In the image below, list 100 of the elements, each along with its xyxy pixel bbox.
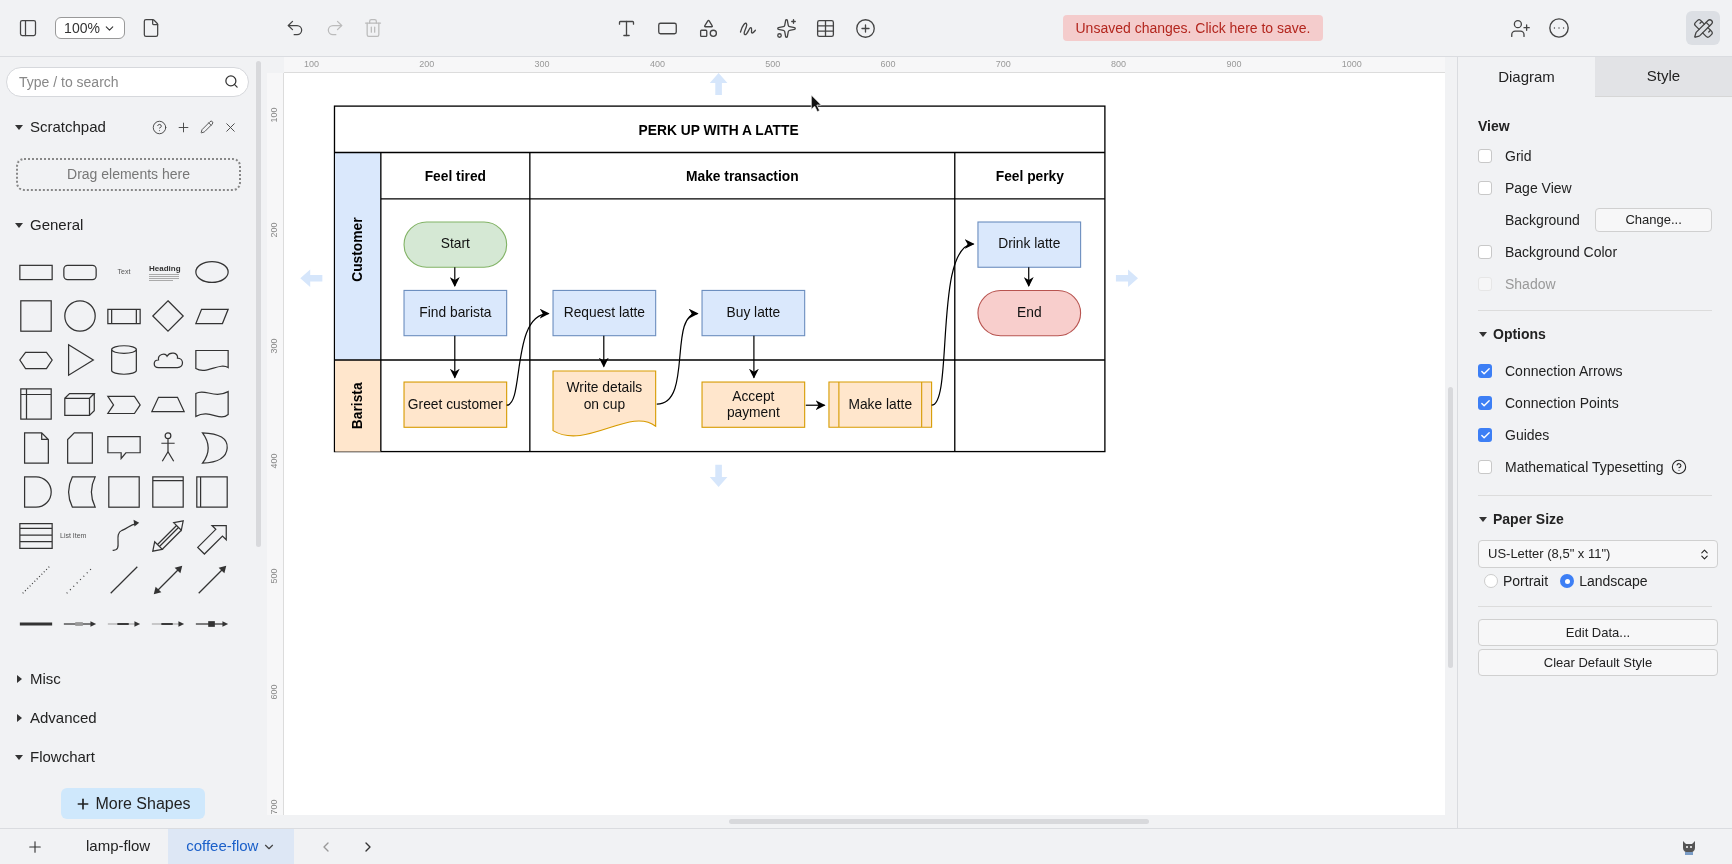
insert-tool-button[interactable]: [853, 16, 877, 40]
panel-tab[interactable]: Style: [1595, 57, 1732, 97]
connector-arrow[interactable]: [805, 400, 826, 411]
connector-arrow[interactable]: [449, 335, 460, 379]
container-shape[interactable]: [149, 473, 187, 511]
collapse-toggle-icon[interactable]: [1478, 329, 1488, 339]
help-icon[interactable]: [1670, 459, 1687, 475]
process-node[interactable]: Accept payment: [701, 381, 806, 428]
checkbox[interactable]: [1478, 149, 1492, 163]
connector-arrow[interactable]: [449, 266, 460, 287]
mouse-cursor-icon: [810, 94, 822, 112]
page-tab[interactable]: coffee-flow: [168, 829, 295, 864]
checkbox[interactable]: [1478, 396, 1492, 410]
connector-arrow[interactable]: [656, 311, 699, 405]
panel-button[interactable]: Clear Default Style: [1478, 649, 1718, 676]
process-node[interactable]: Find barista: [403, 289, 508, 337]
phase-header: Feel tired: [424, 169, 486, 185]
paper-size-select[interactable]: US-Letter (8,5" x 11"): [1478, 540, 1718, 568]
edit-icon[interactable]: [200, 120, 214, 134]
ruler-label: 900: [1226, 58, 1242, 70]
sparkle-tool-button[interactable]: [774, 16, 798, 40]
option-label[interactable]: Connection Arrows: [1505, 360, 1623, 382]
more-shapes-button[interactable]: More Shapes: [61, 788, 205, 819]
zoom-select[interactable]: 100%: [55, 17, 125, 39]
option-label[interactable]: Background Color: [1505, 241, 1618, 263]
scrollbar-thumb[interactable]: [729, 819, 1149, 824]
option-label[interactable]: Grid: [1505, 145, 1532, 167]
radio-label[interactable]: Portrait: [1503, 570, 1549, 592]
connector-arrow[interactable]: [931, 242, 975, 406]
terminator-node[interactable]: Start: [403, 221, 508, 268]
radio-button[interactable]: [1484, 574, 1498, 588]
subprocess-node[interactable]: Make latte: [828, 381, 933, 428]
panel-button[interactable]: Edit Data...: [1478, 619, 1718, 646]
process-node[interactable]: Drink latte: [977, 221, 1082, 268]
radio-button[interactable]: [1560, 574, 1575, 588]
square-shape[interactable]: [17, 297, 55, 335]
collapse-toggle-icon[interactable]: [14, 752, 24, 762]
help-icon[interactable]: [152, 119, 167, 135]
change-button[interactable]: Change...: [1595, 208, 1712, 232]
pencil-ruler-icon: [1692, 17, 1714, 39]
format-panel-toggle[interactable]: [1686, 11, 1720, 45]
collapse-toggle-icon[interactable]: [14, 220, 24, 230]
ruler-label: 500: [765, 58, 781, 70]
collapse-toggle-icon[interactable]: [14, 122, 24, 132]
section-title[interactable]: Scratchpad: [30, 115, 106, 139]
page-button[interactable]: [141, 16, 161, 40]
check-icon: [1479, 397, 1491, 409]
diamond-shape[interactable]: [149, 297, 187, 335]
collapse-toggle-icon[interactable]: [1478, 514, 1488, 524]
terminator-node[interactable]: End: [977, 289, 1082, 337]
square-shape[interactable]: [105, 473, 143, 511]
circle-shape[interactable]: [61, 297, 99, 335]
double-block-arrow-shape[interactable]: [149, 517, 187, 555]
checkbox[interactable]: [1478, 181, 1492, 195]
ruler-label: 700: [995, 58, 1011, 70]
option-label[interactable]: Page View: [1505, 177, 1572, 199]
section-title[interactable]: Flowchart: [30, 745, 96, 769]
checkbox[interactable]: [1478, 245, 1492, 259]
option-label[interactable]: Mathematical Typesetting: [1505, 456, 1664, 478]
connector-arrow[interactable]: [506, 310, 550, 406]
ruler-label: 700: [268, 798, 281, 817]
insert-icon: [854, 17, 876, 39]
scrollbar-thumb[interactable]: [256, 61, 261, 547]
checkbox[interactable]: [1478, 364, 1492, 378]
search-field[interactable]: Type / to search: [6, 67, 249, 97]
process-node[interactable]: Buy latte: [701, 289, 806, 337]
section-title[interactable]: Paper Size: [1493, 508, 1564, 530]
ruler-label: 200: [419, 58, 435, 70]
add-icon[interactable]: [176, 119, 191, 135]
check-icon: [1479, 429, 1491, 441]
process-node[interactable]: Greet customer: [403, 381, 508, 428]
process-node[interactable]: Request latte: [552, 289, 657, 337]
checkbox[interactable]: [1478, 428, 1492, 442]
section-title[interactable]: Advanced: [30, 706, 97, 730]
checkbox[interactable]: [1478, 460, 1492, 474]
delete-icon: [363, 18, 383, 38]
scrollbar-thumb[interactable]: [1448, 387, 1453, 668]
drawing-canvas[interactable]: PERK UP WITH A LATTE Feel tired Make transaction Feel perky Customer Barista Start Find barista Greet customer Request latte Write details on cup Buy latte Accept payment Make latte Drink latte End: [284, 73, 1445, 815]
section-title[interactable]: Misc: [30, 667, 61, 691]
ruler-label: 600: [268, 683, 281, 701]
page-tab[interactable]: lamp-flow: [68, 829, 169, 864]
connector-arrow[interactable]: [748, 335, 759, 379]
section-title[interactable]: Options: [1493, 323, 1546, 345]
radio-label[interactable]: Landscape: [1579, 570, 1648, 592]
section-title[interactable]: General: [30, 213, 84, 237]
internal-storage-shape[interactable]: [17, 385, 55, 423]
ruler-label: 300: [268, 337, 281, 356]
option-label[interactable]: Guides: [1505, 424, 1550, 446]
collapse-toggle-icon[interactable]: [14, 674, 24, 684]
collapse-toggle-icon[interactable]: [14, 713, 24, 723]
connector-arrow[interactable]: [598, 335, 609, 368]
lane-header[interactable]: [335, 152, 381, 360]
unsaved-changes-banner[interactable]: Unsaved changes. Click here to save.: [1063, 15, 1323, 41]
connector-arrow[interactable]: [1023, 266, 1034, 287]
more-button[interactable]: [1547, 16, 1571, 40]
check-icon: [1479, 365, 1491, 377]
document-node[interactable]: Write details on cup: [552, 370, 657, 437]
option-label[interactable]: Connection Points: [1505, 392, 1619, 414]
lane-header[interactable]: [335, 359, 381, 452]
vertical-container-shape[interactable]: [193, 473, 231, 511]
